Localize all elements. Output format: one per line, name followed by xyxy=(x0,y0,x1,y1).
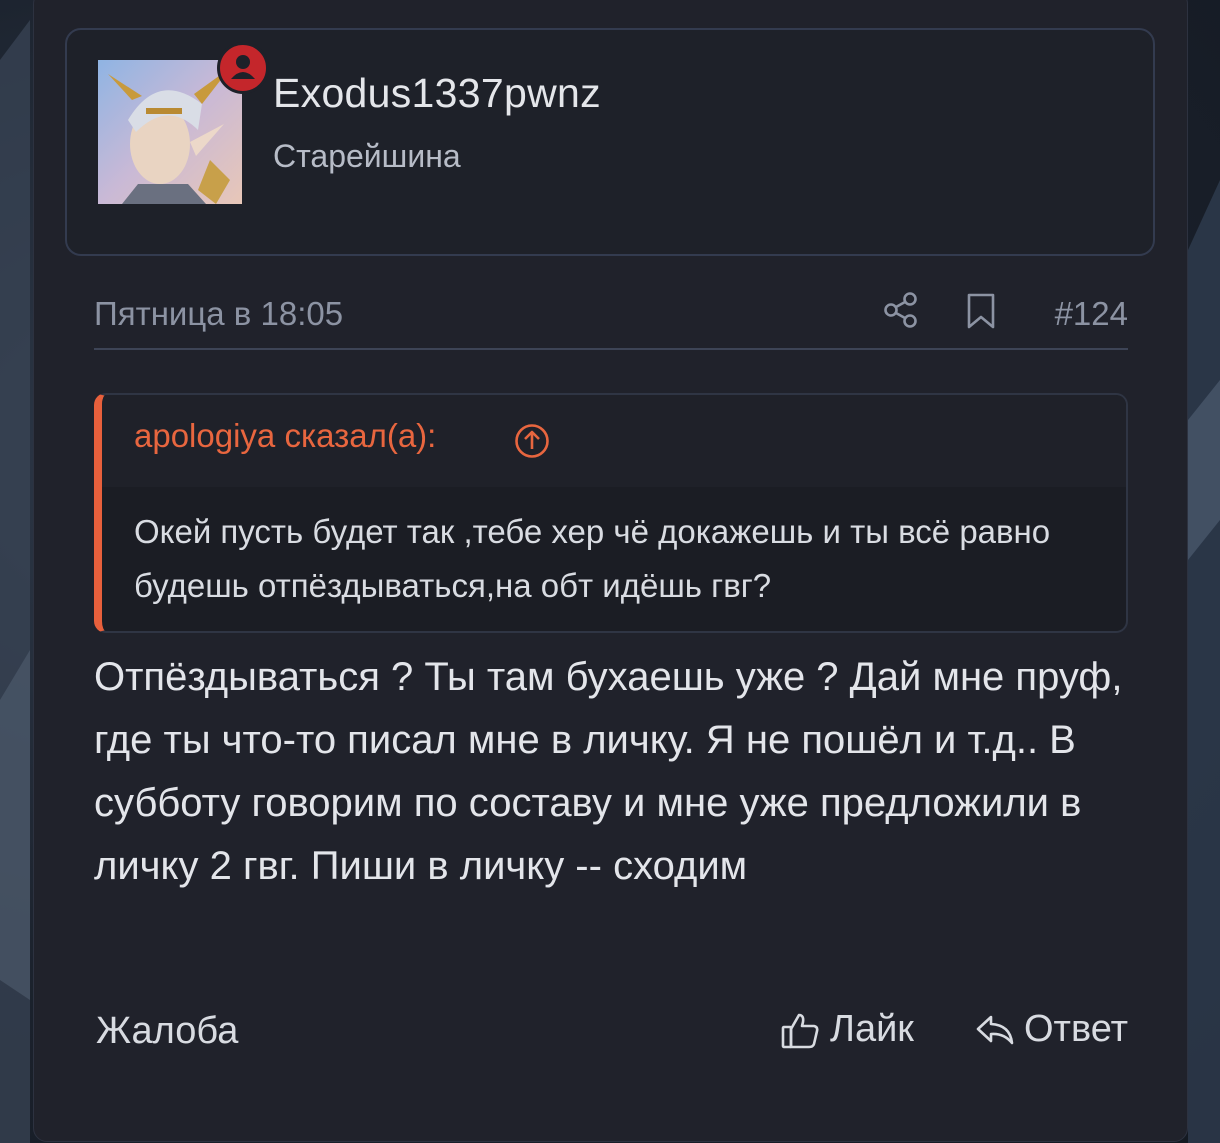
quote-author[interactable]: apologiya сказал(а): xyxy=(134,417,436,455)
reply-label: Ответ xyxy=(1024,1008,1128,1050)
user-title: Старейшина xyxy=(273,138,461,174)
post-date[interactable]: Пятница в 18:05 xyxy=(94,295,343,333)
username[interactable]: Exodus1337pwnz xyxy=(273,70,601,117)
reply-button[interactable]: Ответ xyxy=(974,1008,1128,1051)
post-actions: Жалоба Лайк Ответ xyxy=(94,1006,1128,1066)
user-card: Exodus1337pwnz Старейшина xyxy=(65,28,1155,256)
share-icon[interactable] xyxy=(883,291,919,329)
quote-text: Окей пусть будет так ,тебе хер чё докаже… xyxy=(134,513,1051,604)
user-status-icon xyxy=(217,42,269,94)
arrow-up-circle-icon[interactable] xyxy=(514,423,550,459)
bookmark-icon[interactable] xyxy=(964,292,998,330)
forum-post: Exodus1337pwnz Старейшина Пятница в 18:0… xyxy=(33,0,1188,1142)
post-meta: Пятница в 18:05 #124 xyxy=(94,281,1128,341)
thumbs-up-icon xyxy=(781,1013,819,1048)
post-number[interactable]: #124 xyxy=(1055,295,1128,333)
like-button[interactable]: Лайк xyxy=(780,1008,914,1051)
reply-arrow-icon xyxy=(976,1015,1014,1044)
quote-block: apologiya сказал(а): Окей пусть будет та… xyxy=(94,393,1128,633)
quote-header: apologiya сказал(а): xyxy=(102,395,1126,487)
divider xyxy=(94,348,1128,350)
report-link[interactable]: Жалоба xyxy=(96,1010,238,1053)
post-message: Отпёздываться ? Ты там бухаешь уже ? Дай… xyxy=(94,655,1123,888)
like-label: Лайк xyxy=(830,1008,914,1050)
